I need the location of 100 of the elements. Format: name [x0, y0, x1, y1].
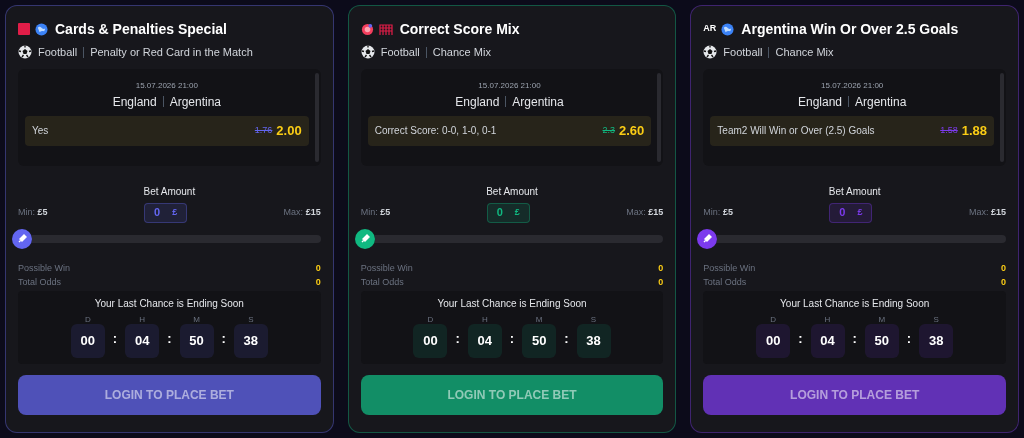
odds-value: 1.88	[961, 121, 987, 140]
globe-icon	[721, 22, 735, 36]
amount-field[interactable]: 0 £	[829, 202, 873, 223]
slider-thumb[interactable]	[354, 228, 375, 249]
total-odds-label: Total Odds	[18, 275, 62, 289]
time-unit-label: S	[248, 314, 254, 324]
time-separator: :	[564, 330, 569, 348]
amount-value: 0	[154, 205, 161, 221]
min-amount: Min: £5	[360, 205, 391, 219]
amount-value: 0	[839, 205, 846, 221]
home-team: England	[112, 93, 157, 111]
possible-win-label: Possible Win	[360, 261, 413, 275]
time-value: 00	[413, 323, 448, 358]
match-datetime: 15.07.2026 21:00	[135, 80, 198, 91]
total-odds-label: Total Odds	[703, 275, 747, 289]
currency-symbol: £	[857, 205, 863, 219]
away-team: Argentina	[169, 93, 222, 111]
old-odds: 2.3	[602, 123, 616, 137]
time-unit-label: H	[824, 314, 831, 324]
slider-thumb[interactable]	[12, 228, 32, 249]
odds-value: 2.00	[276, 121, 302, 140]
time-value: 50	[179, 323, 214, 358]
time-value: 38	[919, 323, 954, 358]
time-separator: :	[221, 330, 226, 348]
market-label: Chance Mix	[775, 45, 834, 60]
max-amount: Max: £15	[968, 205, 1006, 219]
login-button[interactable]: LOGIN TO PLACE BET	[703, 374, 1006, 415]
sport-label: Football	[380, 45, 420, 60]
match-datetime: 15.07.2026 21:00	[478, 80, 541, 91]
time-separator: :	[906, 330, 912, 348]
time-separator: :	[798, 330, 803, 348]
time-unit-label: M	[193, 314, 200, 324]
football-icon	[18, 45, 32, 60]
max-amount: Max: £15	[283, 205, 321, 219]
selection-label: Team2 Will Win or Over (2.5) Goals	[717, 124, 875, 138]
football-icon	[703, 45, 718, 60]
selection-label: Yes	[32, 124, 49, 138]
bet-amount-label: Bet Amount	[828, 184, 881, 199]
odds-value: 2.60	[619, 121, 645, 140]
time-value: 50	[522, 323, 557, 358]
old-odds: 1.76	[254, 123, 273, 137]
match-datetime: 15.07.2026 21:00	[821, 80, 884, 91]
time-unit-label: M	[535, 314, 543, 324]
total-odds-value: 0	[315, 275, 321, 289]
bet-amount-label: Bet Amount	[486, 184, 538, 199]
time-unit-label: D	[427, 314, 434, 324]
currency-symbol: £	[172, 205, 178, 219]
bet-amount-label: Bet Amount	[143, 184, 196, 199]
time-separator: :	[455, 330, 460, 348]
amount-field[interactable]: 0 £	[486, 202, 530, 223]
away-team: Argentina	[512, 93, 564, 111]
time-value: 50	[864, 323, 899, 358]
home-team: England	[455, 93, 500, 111]
countdown-title: Your Last Chance is Ending Soon	[780, 296, 930, 311]
min-amount: Min: £5	[18, 205, 48, 219]
time-unit-label: M	[878, 314, 886, 324]
possible-win-label: Possible Win	[18, 261, 71, 275]
away-team: Argentina	[855, 93, 907, 111]
time-value: 00	[70, 323, 105, 358]
time-value: 38	[233, 323, 268, 358]
selection-label: Correct Score: 0-0, 1-0, 0-1	[374, 124, 497, 138]
card-title: Correct Score Mix	[399, 19, 520, 39]
currency-symbol: £	[514, 205, 520, 219]
time-unit-label: D	[770, 314, 777, 324]
slider-thumb[interactable]	[697, 228, 718, 249]
countdown-title: Your Last Chance is Ending Soon	[94, 296, 244, 311]
time-value: 04	[467, 323, 502, 358]
market-label: Penalty or Red Card in the Match	[90, 45, 253, 60]
total-odds-value: 0	[1001, 275, 1006, 289]
time-unit-label: S	[590, 314, 597, 324]
selection-row[interactable]: Correct Score: 0-0, 1-0, 0-1 2.3 2.60	[367, 115, 652, 146]
time-unit-label: S	[933, 314, 939, 324]
football-icon	[360, 45, 375, 60]
card-title: Cards & Penalties Special	[55, 19, 227, 39]
selection-row[interactable]: Yes 1.76 2.00	[25, 115, 309, 146]
max-amount: Max: £15	[626, 205, 664, 219]
time-value: 00	[756, 323, 791, 358]
target-icon	[360, 22, 374, 36]
selection-row[interactable]: Team2 Will Win or Over (2.5) Goals 1.58 1.88	[710, 115, 994, 146]
home-team: England	[797, 93, 842, 111]
login-button[interactable]: LOGIN TO PLACE BET	[360, 374, 664, 415]
sport-label: Football	[38, 45, 78, 60]
time-value: 04	[810, 323, 845, 358]
total-odds-value: 0	[658, 275, 664, 289]
possible-win-value: 0	[315, 261, 321, 275]
time-value: 38	[576, 323, 611, 358]
possible-win-value: 0	[1001, 261, 1006, 275]
penalty-card-icon	[18, 23, 30, 35]
country-code: AR	[703, 22, 717, 36]
possible-win-value: 0	[658, 261, 664, 275]
time-separator: :	[167, 330, 172, 348]
possible-win-label: Possible Win	[703, 261, 756, 275]
amount-value: 0	[496, 205, 503, 221]
login-button[interactable]: LOGIN TO PLACE BET	[18, 374, 321, 415]
countdown-title: Your Last Chance is Ending Soon	[437, 296, 587, 311]
amount-field[interactable]: 0 £	[144, 202, 188, 223]
goal-net-icon	[378, 23, 393, 35]
time-unit-label: D	[84, 314, 91, 324]
old-odds: 1.58	[940, 123, 958, 137]
time-separator: :	[509, 330, 515, 348]
